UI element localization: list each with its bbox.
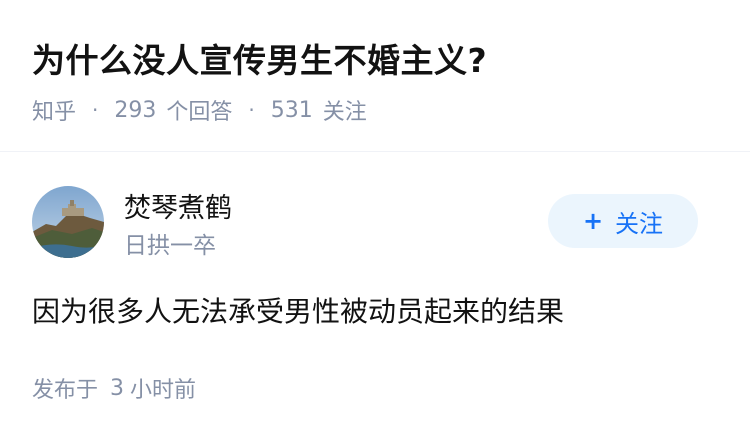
answer-timestamp: 发布于 3 小时前	[32, 372, 196, 404]
published-num: 3	[110, 375, 125, 401]
separator-dot: ·	[248, 98, 255, 122]
question-header: 为什么没人宣传男生不婚主义? 知乎 · 293 个回答 · 531 关注	[0, 0, 750, 152]
answer-count: 293	[114, 97, 157, 123]
separator-dot: ·	[92, 98, 99, 122]
answer-count-label: 个回答	[166, 100, 233, 125]
follow-button-label: 关注	[615, 209, 664, 238]
source-label[interactable]: 知乎	[32, 94, 76, 126]
published-suffix: 小时前	[130, 378, 197, 403]
plus-icon: +	[582, 207, 604, 235]
follower-count: 531	[270, 97, 313, 123]
avatar[interactable]	[32, 186, 104, 258]
published-prefix: 发布于	[32, 378, 99, 403]
follow-button[interactable]: + 关注	[548, 194, 698, 248]
question-title[interactable]: 为什么没人宣传男生不婚主义?	[32, 34, 487, 82]
author-name[interactable]: 焚琴煮鹤	[124, 186, 232, 225]
question-meta: 知乎 · 293 个回答 · 531 关注	[32, 94, 367, 126]
follower-count-label: 关注	[322, 100, 367, 125]
answer-content[interactable]: 因为很多人无法承受男性被动员起来的结果	[32, 290, 564, 330]
author-bio: 日拱一卒	[124, 233, 216, 259]
